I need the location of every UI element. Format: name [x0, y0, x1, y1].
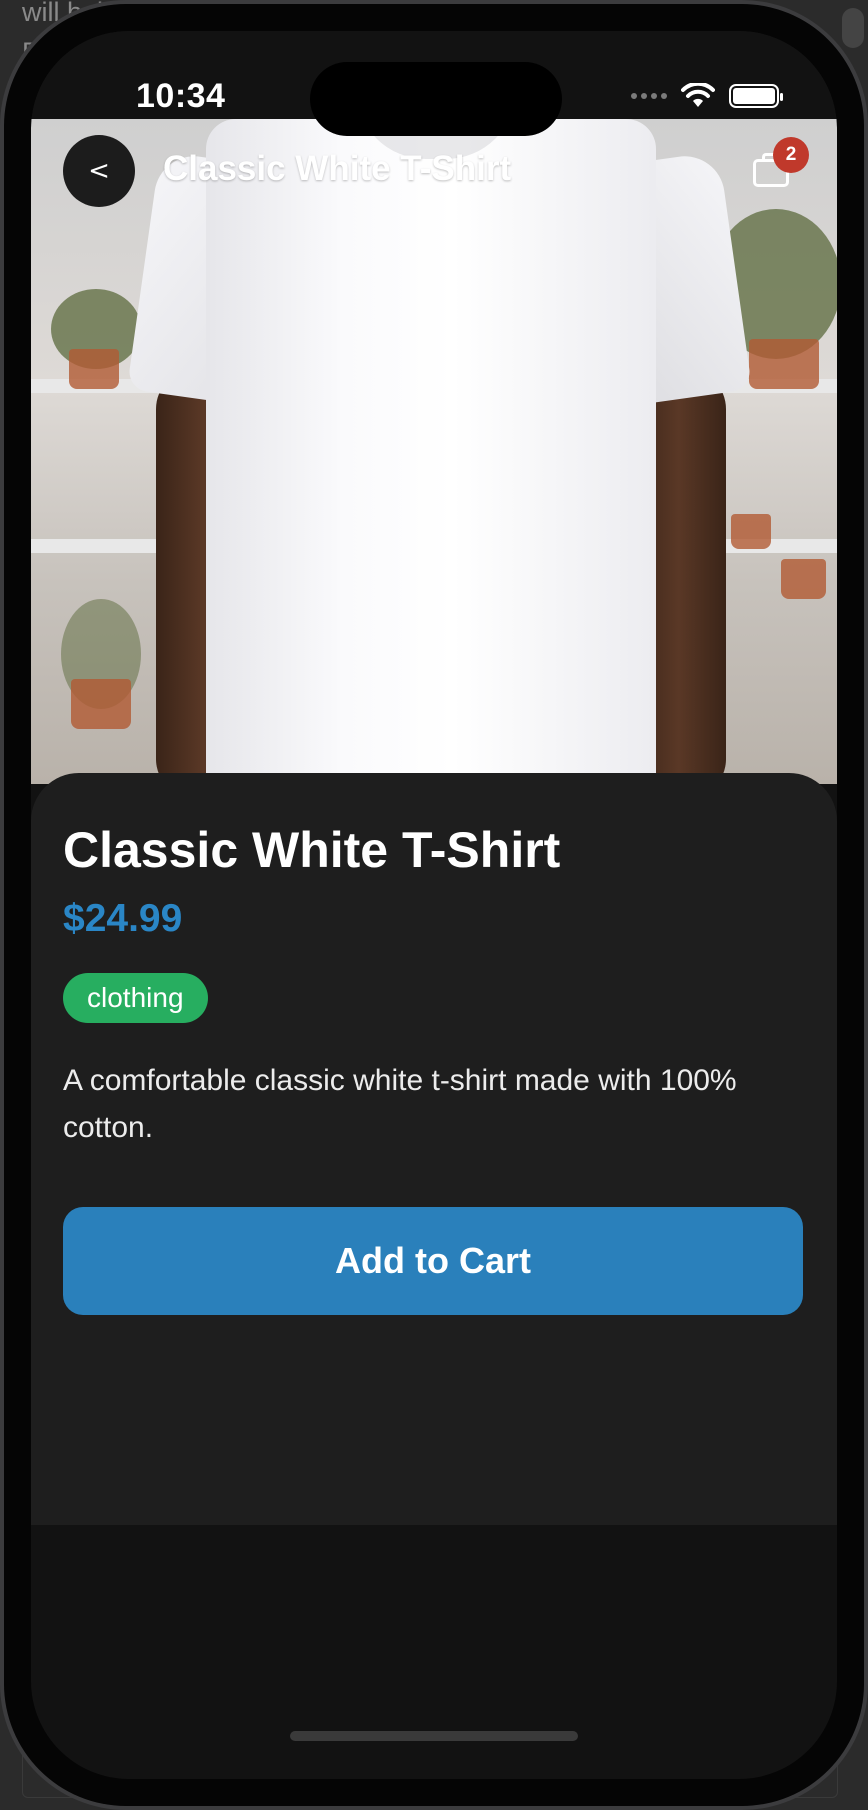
background-pot	[781, 559, 826, 599]
cart-count-badge: 2	[773, 137, 809, 173]
product-image	[31, 119, 837, 784]
product-description: A comfortable classic white t-shirt made…	[63, 1064, 737, 1144]
background-pot	[71, 679, 131, 729]
home-indicator[interactable]	[290, 1731, 578, 1741]
phone-bezel: 10:34 < Classic White T-Shirt 2 Classic …	[4, 4, 864, 1806]
tshirt-body	[206, 119, 656, 784]
phone-frame: 10:34 < Classic White T-Shirt 2 Classic …	[0, 0, 868, 1810]
background-pot	[69, 349, 119, 389]
status-icons	[631, 83, 783, 109]
cart-button[interactable]: 2	[743, 137, 809, 203]
product-details-sheet: Classic White T-Shirt $24.99 clothing A …	[31, 773, 837, 1525]
status-bar: 10:34	[31, 31, 837, 136]
status-time: 10:34	[136, 77, 226, 115]
add-to-cart-button[interactable]: Add to Cart	[63, 1207, 803, 1315]
header-title: Classic White T-Shirt	[163, 149, 512, 188]
background-pot	[749, 339, 819, 389]
wifi-icon	[681, 83, 715, 107]
category-badge: clothing	[63, 973, 208, 1023]
product-price: $24.99	[63, 897, 183, 940]
background-pot	[731, 514, 771, 549]
app-screen: 10:34 < Classic White T-Shirt 2 Classic …	[31, 31, 837, 1779]
back-button[interactable]: <	[63, 135, 135, 207]
signal-dots-icon	[631, 93, 667, 99]
background-window-control	[842, 8, 864, 48]
battery-icon	[729, 84, 783, 108]
dynamic-island	[310, 62, 562, 136]
product-name: Classic White T-Shirt	[63, 822, 561, 878]
